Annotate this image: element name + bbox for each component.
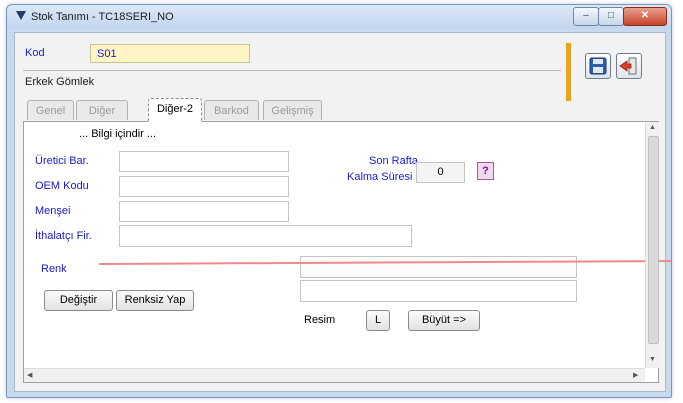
kalma-suresi-label: Kalma Süresi — [347, 171, 413, 183]
save-icon — [589, 57, 607, 75]
window-title: Stok Tanımı - TC18SERI_NO — [31, 11, 174, 23]
degistir-button[interactable]: Değiştir — [44, 290, 113, 311]
title-bar[interactable]: Stok Tanımı - TC18SERI_NO ‒ □ ✕ — [7, 5, 671, 29]
exit-door-icon — [619, 57, 637, 75]
help-button[interactable]: ? — [477, 162, 494, 180]
vertical-scroll-thumb[interactable] — [648, 136, 659, 344]
stock-description: Erkek Gömlek — [25, 76, 95, 88]
maximize-button[interactable]: □ — [598, 7, 624, 26]
tab-barkod[interactable]: Barkod — [204, 100, 259, 120]
horizontal-scrollbar[interactable]: ◀ ▶ — [24, 368, 645, 382]
header-divider — [23, 70, 561, 71]
stok-tanimi-window: Stok Tanımı - TC18SERI_NO ‒ □ ✕ Kod S01 … — [6, 4, 672, 398]
ithalatci-firma-label: İthalatçı Fir. — [35, 230, 92, 242]
buyut-button[interactable]: Büyüt => — [408, 310, 480, 331]
exit-button[interactable] — [616, 53, 642, 79]
app-logo-icon — [16, 11, 26, 20]
info-text: ... Bilgi içindir ... — [79, 128, 157, 140]
uretici-bar-input[interactable] — [119, 151, 289, 172]
uretici-bar-label: Üretici Bar. — [35, 155, 89, 167]
renk-preview — [300, 256, 577, 278]
tab-diger[interactable]: Diğer — [76, 100, 128, 120]
kod-input[interactable]: S01 — [90, 44, 250, 63]
tab-gelismis[interactable]: Gelişmiş — [263, 100, 322, 120]
scroll-left-arrow-icon[interactable]: ◀ — [27, 371, 32, 379]
close-button[interactable]: ✕ — [623, 7, 667, 26]
tab-diger-2[interactable]: Diğer-2 — [148, 98, 202, 122]
resim-label: Resim — [304, 314, 336, 326]
minimize-button[interactable]: ‒ — [573, 7, 599, 26]
diger-2-panel: ... Bilgi içindir ... Üretici Bar. OEM K… — [23, 121, 671, 383]
ithalatci-firma-input[interactable] — [119, 225, 412, 247]
oem-kodu-label: OEM Kodu — [35, 180, 89, 192]
l-button[interactable]: L — [366, 310, 390, 331]
scroll-down-arrow-icon[interactable]: ▼ — [649, 356, 656, 363]
scroll-right-arrow-icon[interactable]: ▶ — [633, 371, 638, 379]
mensei-input[interactable] — [119, 201, 289, 222]
scroll-up-arrow-icon[interactable]: ▲ — [649, 124, 656, 131]
vertical-scrollbar[interactable]: ▲ ▼ — [645, 122, 659, 368]
renk-name-input[interactable] — [300, 280, 577, 302]
form-client-area: Kod S01 Erkek Gömlek Genel Diğer Diğer-2… — [14, 32, 671, 392]
toolbar-accent-bar — [566, 43, 571, 101]
oem-kodu-input[interactable] — [119, 176, 289, 197]
renk-label: Renk — [41, 263, 67, 275]
kod-label: Kod — [25, 47, 45, 59]
son-rafta-label: Son Rafta — [369, 155, 418, 167]
kalma-suresi-value[interactable]: 0 — [416, 162, 465, 183]
save-button[interactable] — [585, 53, 611, 79]
mensei-label: Menşei — [35, 205, 71, 217]
tab-genel[interactable]: Genel — [27, 100, 74, 120]
renksiz-yap-button[interactable]: Renksiz Yap — [116, 290, 194, 311]
